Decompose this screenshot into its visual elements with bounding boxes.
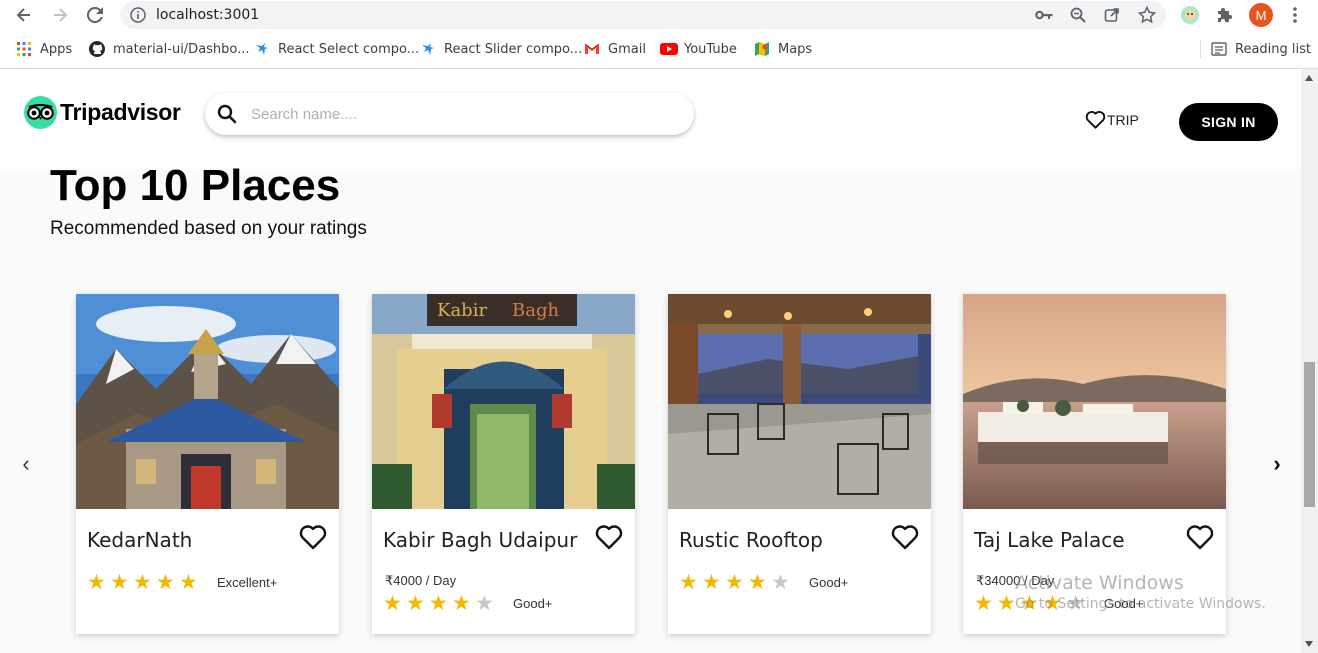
bookmark-star-icon[interactable] <box>1137 5 1157 25</box>
react-icon <box>254 41 270 57</box>
share-icon[interactable] <box>1102 5 1122 25</box>
reading-list-button[interactable]: Reading list <box>1211 40 1311 58</box>
rating-label: Good+ <box>513 596 553 611</box>
rating-label: Good+ <box>809 575 849 590</box>
reload-icon[interactable] <box>84 4 106 26</box>
gmail-icon <box>584 41 600 57</box>
scroll-thumb[interactable] <box>1304 362 1315 507</box>
search-bar[interactable] <box>205 93 694 135</box>
rating-stars: ★ ★ ★ ★ ★ <box>679 571 794 594</box>
github-icon <box>89 41 105 57</box>
star-filled-icon: ★ <box>702 571 721 594</box>
star-empty-icon: ★ <box>475 592 494 615</box>
place-card-kabir-bagh[interactable]: Kabir Bagh Kabir Bagh Udaipur ₹4000 / Da… <box>372 294 635 634</box>
section-title: Top 10 Places <box>50 161 341 210</box>
bookmark-gmail[interactable]: Gmail <box>584 40 646 58</box>
carousel-next-button[interactable]: › <box>1267 449 1287 479</box>
star-filled-icon: ★ <box>452 592 471 615</box>
watermark-title: Activate Windows <box>1015 572 1184 594</box>
reading-list-icon <box>1211 41 1227 57</box>
bookmark-react-slider[interactable]: React Slider compo... <box>420 40 582 58</box>
extension-avatar-icon[interactable] <box>1180 5 1200 25</box>
bookmark-react-select[interactable]: React Select compo... <box>254 40 419 58</box>
maps-icon <box>754 41 770 57</box>
react-icon <box>420 41 436 57</box>
trip-label: TRIP <box>1107 111 1139 128</box>
bookmark-maps[interactable]: Maps <box>754 40 812 58</box>
star-filled-icon: ★ <box>179 571 198 594</box>
favorite-heart-icon[interactable] <box>891 524 919 550</box>
scroll-up-arrow-icon[interactable] <box>1305 75 1313 81</box>
svg-text:Kabir: Kabir <box>437 300 487 321</box>
apps-grid-icon <box>16 41 32 57</box>
rating-label: Excellent+ <box>217 575 278 590</box>
star-filled-icon: ★ <box>974 592 993 615</box>
place-photo-taj-lake-palace <box>963 294 1226 509</box>
info-icon[interactable] <box>130 7 146 23</box>
carousel-prev-button[interactable]: ‹ <box>16 449 36 479</box>
sign-in-button[interactable]: SIGN IN <box>1179 103 1278 141</box>
bookmark-youtube[interactable]: YouTube <box>660 40 737 58</box>
bookmark-apps[interactable]: Apps <box>16 40 72 58</box>
watermark-subtitle: Go to Settings to activate Windows. <box>1015 596 1266 612</box>
star-filled-icon: ★ <box>725 571 744 594</box>
logo-text: Tripadvisor <box>60 99 181 125</box>
place-card-kedarnath[interactable]: KedarNath ★ ★ ★ ★ ★ Excellent+ <box>76 294 339 634</box>
search-icon <box>217 104 237 124</box>
favorite-heart-icon[interactable] <box>595 524 623 550</box>
heart-icon <box>1085 111 1106 129</box>
star-filled-icon: ★ <box>748 571 767 594</box>
star-filled-icon: ★ <box>406 592 425 615</box>
star-filled-icon: ★ <box>383 592 402 615</box>
browser-toolbar: localhost:3001 M <box>0 0 1318 30</box>
menu-kebab-icon[interactable] <box>1285 5 1305 25</box>
scroll-down-arrow-icon[interactable] <box>1305 641 1313 647</box>
page-scrollbar[interactable] <box>1301 69 1318 653</box>
place-name: Kabir Bagh Udaipur <box>383 528 578 552</box>
windows-activation-watermark: Activate Windows Go to Settings to activ… <box>1015 572 1266 612</box>
trip-button[interactable]: TRIP <box>1085 110 1139 129</box>
bookmarks-divider <box>1200 40 1201 58</box>
place-name: Taj Lake Palace <box>974 528 1125 552</box>
url-text[interactable]: localhost:3001 <box>156 7 259 23</box>
star-filled-icon: ★ <box>87 571 106 594</box>
search-input[interactable] <box>251 102 671 126</box>
place-price: ₹4000 / Day <box>385 573 457 588</box>
profile-avatar[interactable]: M <box>1249 3 1273 27</box>
place-name: Rustic Rooftop <box>679 528 823 552</box>
place-name: KedarNath <box>87 528 193 552</box>
address-bar[interactable]: localhost:3001 <box>120 1 1166 29</box>
favorite-heart-icon[interactable] <box>1186 524 1214 550</box>
favorite-heart-icon[interactable] <box>299 524 327 550</box>
star-filled-icon: ★ <box>156 571 175 594</box>
bookmarks-bar: Apps material-ui/Dashbo... React Select … <box>0 34 1318 64</box>
place-photo-kabir-bagh: Kabir Bagh <box>372 294 635 509</box>
star-filled-icon: ★ <box>110 571 129 594</box>
svg-text:Bagh: Bagh <box>512 300 559 321</box>
youtube-icon <box>660 41 678 57</box>
key-icon[interactable] <box>1034 5 1054 25</box>
site-header: Tripadvisor TRIP SIGN IN <box>0 69 1301 169</box>
bookmark-material-ui[interactable]: material-ui/Dashbo... <box>89 40 250 58</box>
zoom-icon[interactable] <box>1068 5 1088 25</box>
page-viewport: Tripadvisor TRIP SIGN IN Top 10 Places R… <box>0 69 1301 653</box>
section-subtitle: Recommended based on your ratings <box>50 218 367 239</box>
rating-stars: ★ ★ ★ ★ ★ <box>383 592 498 615</box>
tripadvisor-logo[interactable]: Tripadvisor <box>24 96 181 129</box>
star-empty-icon: ★ <box>771 571 790 594</box>
back-arrow-icon[interactable] <box>13 4 35 26</box>
star-filled-icon: ★ <box>679 571 698 594</box>
owl-logo-icon <box>24 96 57 129</box>
star-filled-icon: ★ <box>429 592 448 615</box>
rating-stars: ★ ★ ★ ★ ★ <box>87 571 202 594</box>
place-photo-kedarnath <box>76 294 339 509</box>
extensions-puzzle-icon[interactable] <box>1215 5 1235 25</box>
place-card-rustic-rooftop[interactable]: Rustic Rooftop ★ ★ ★ ★ ★ Good+ <box>668 294 931 634</box>
place-photo-rustic-rooftop <box>668 294 931 509</box>
forward-arrow-icon[interactable] <box>49 4 71 26</box>
star-filled-icon: ★ <box>133 571 152 594</box>
